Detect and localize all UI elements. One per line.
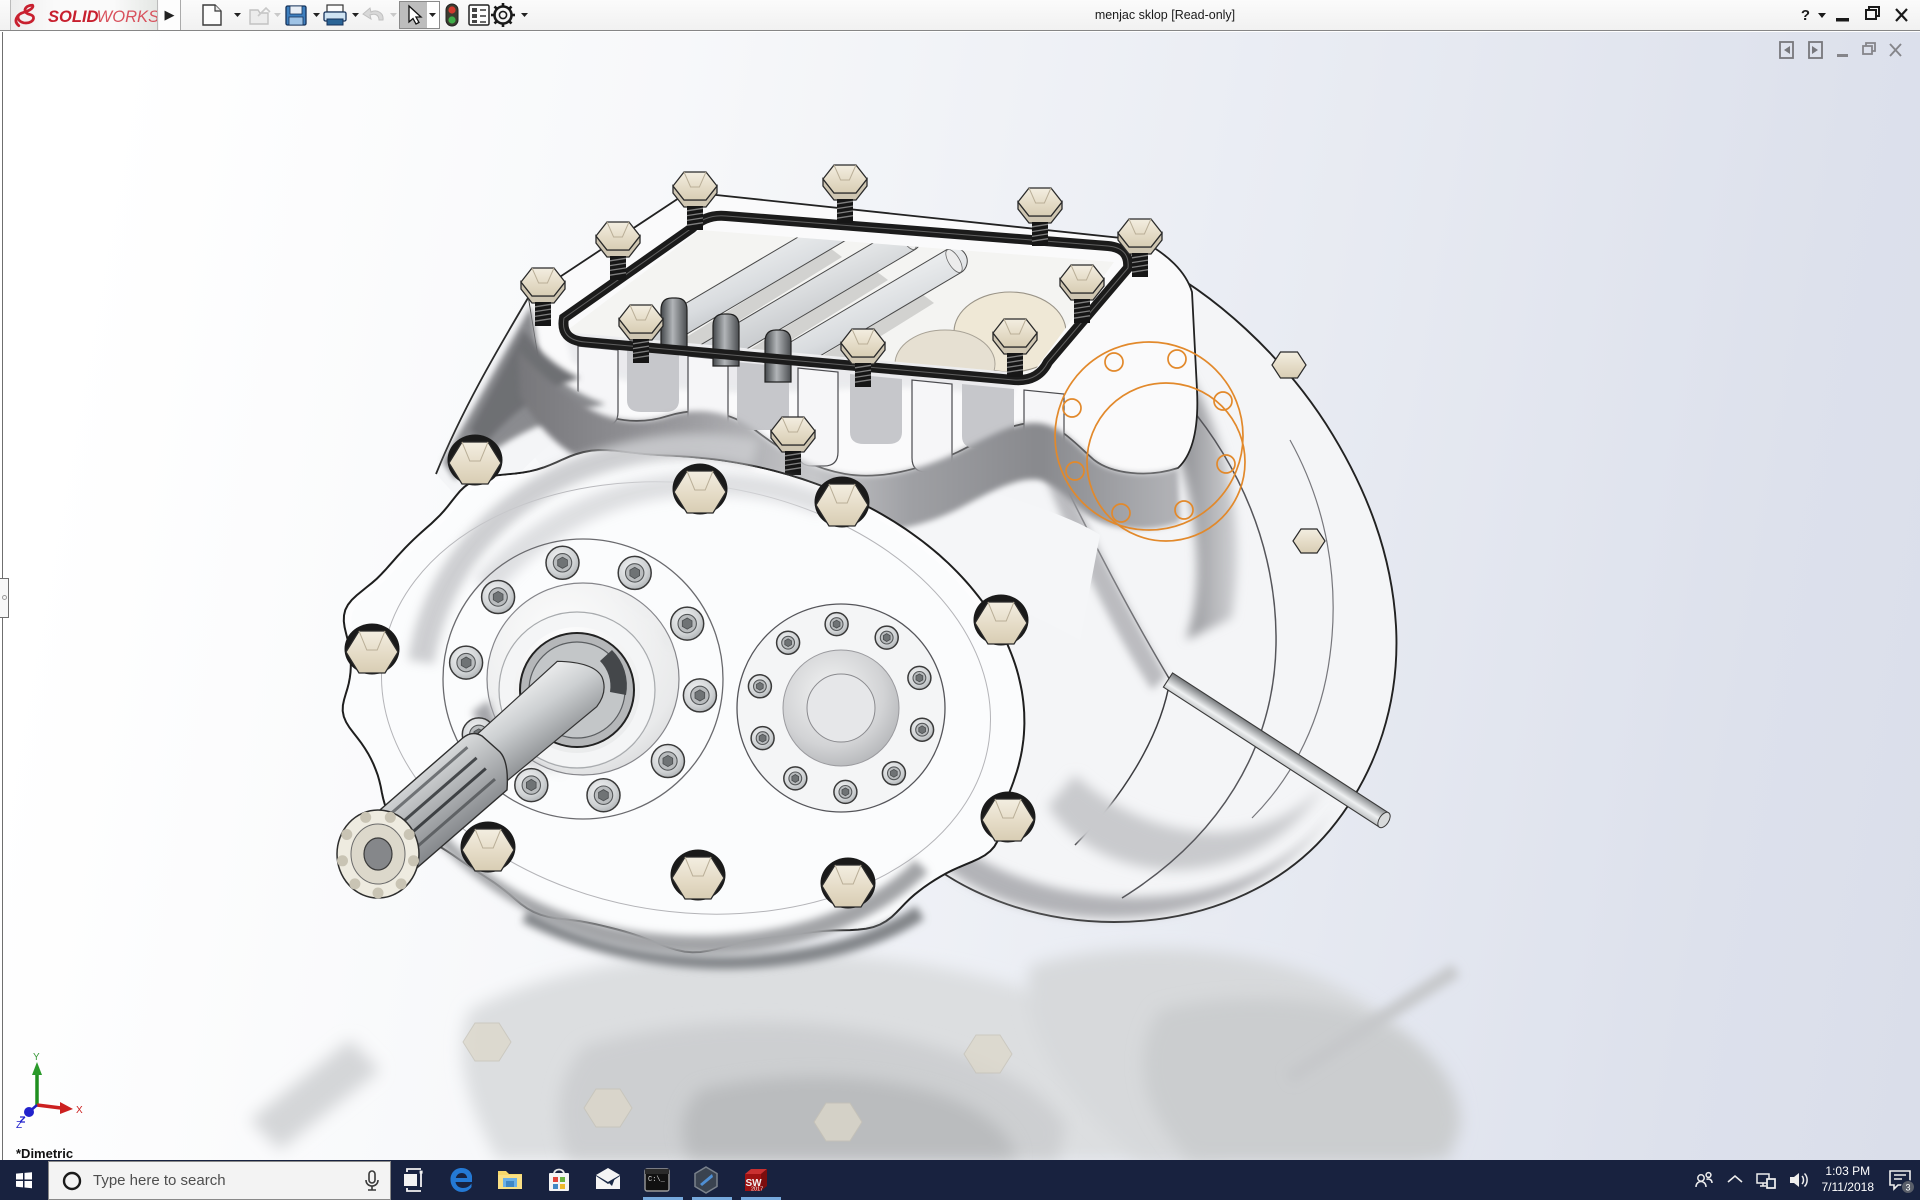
- svg-text:C:\_: C:\_: [648, 1176, 666, 1184]
- svg-text:Z: Z: [16, 1120, 22, 1128]
- svg-text:3: 3: [1906, 1183, 1911, 1193]
- svg-text:Y: Y: [33, 1052, 40, 1063]
- svg-text:X: X: [76, 1105, 83, 1116]
- svg-text:2017: 2017: [751, 1187, 763, 1193]
